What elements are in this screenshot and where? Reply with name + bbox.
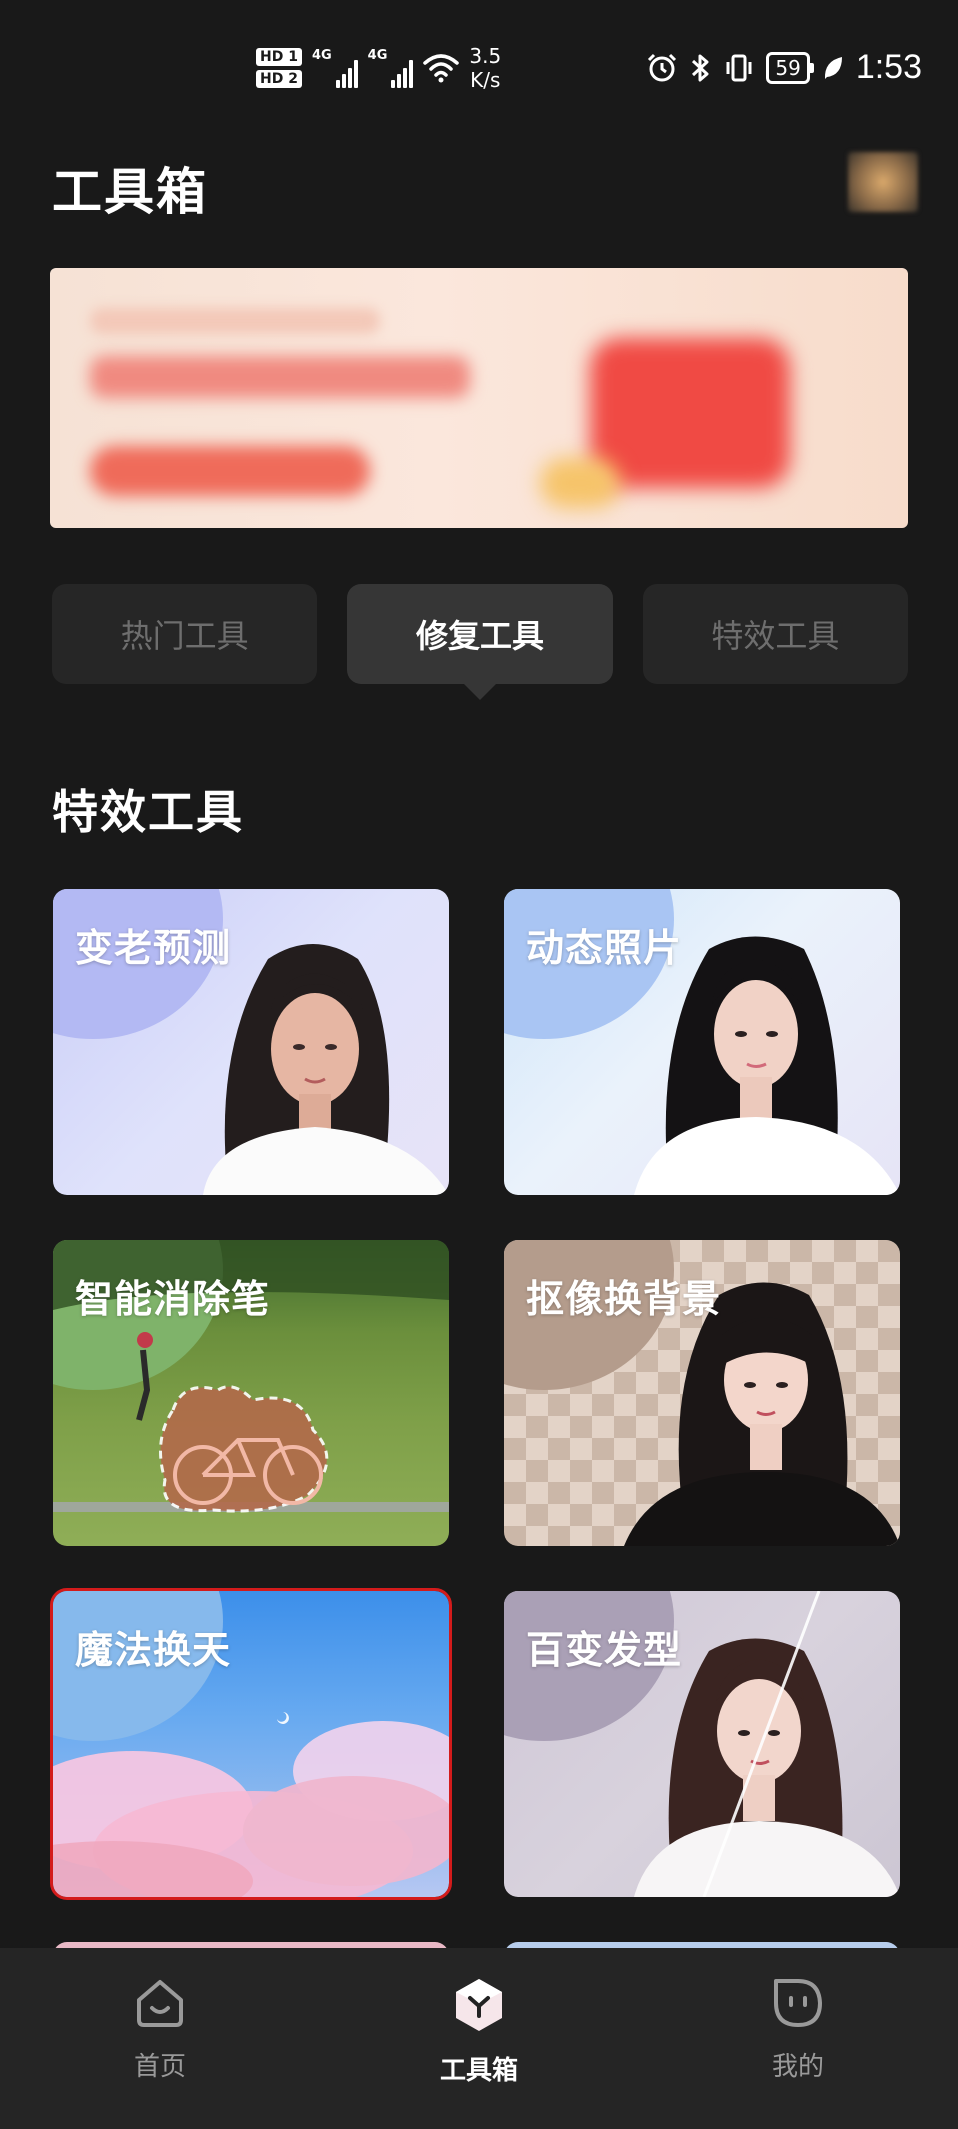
- nav-home[interactable]: 首页: [80, 1976, 240, 2083]
- signal-2-icon: 4G: [368, 48, 414, 88]
- tab-hot-tools[interactable]: 热门工具: [52, 584, 318, 684]
- profile-icon: [774, 1979, 822, 2027]
- tool-label: 百变发型: [526, 1628, 683, 1672]
- tool-card-live-photo[interactable]: 动态照片: [504, 889, 900, 1195]
- tool-label: 变老预测: [75, 926, 232, 970]
- clock: 1:53: [855, 48, 922, 86]
- sim2-badge: HD 2: [256, 70, 302, 88]
- tab-effect-tools[interactable]: 特效工具: [642, 584, 908, 684]
- promo-banner[interactable]: [50, 268, 908, 528]
- tool-card-magic-sky[interactable]: 魔法换天: [50, 1588, 452, 1900]
- tool-label: 动态照片: [526, 926, 683, 970]
- section-title: 特效工具: [52, 785, 244, 839]
- toolbox-icon: [456, 1979, 502, 2031]
- home-icon: [137, 1980, 183, 2027]
- signal-1-icon: 4G: [312, 48, 358, 88]
- sim1-badge: HD 1: [256, 48, 302, 66]
- nav-label: 首页: [133, 2052, 186, 2082]
- status-right: 59 1:53: [646, 48, 922, 87]
- tab-label: 特效工具: [711, 617, 840, 655]
- wifi-icon: [423, 54, 460, 83]
- tool-card-aging-prediction[interactable]: 变老预测: [53, 889, 449, 1195]
- status-left: HD 1 HD 2 4G 4G 3.5 K/s: [256, 44, 501, 92]
- nav-toolbox[interactable]: 工具箱: [399, 1976, 559, 2087]
- nav-label: 工具箱: [439, 2056, 518, 2086]
- tab-label: 修复工具: [415, 617, 544, 655]
- tool-label: 魔法换天: [75, 1628, 232, 1672]
- tool-category-tabs: 热门工具 修复工具 特效工具: [52, 584, 908, 684]
- bluetooth-icon: [692, 54, 709, 81]
- battery-icon: 59: [766, 51, 815, 84]
- status-bar: HD 1 HD 2 4G 4G 3.5 K/s 59 1:53: [0, 0, 958, 140]
- tool-card-cutout-background[interactable]: 抠像换背景: [504, 1240, 900, 1546]
- tool-card-smart-eraser[interactable]: 智能消除笔: [53, 1240, 449, 1546]
- page-title: 工具箱: [52, 163, 208, 221]
- tool-card-hairstyle[interactable]: 百变发型: [504, 1591, 900, 1897]
- bottom-nav: 首页 工具箱 我的: [0, 1948, 958, 2129]
- tab-label: 热门工具: [120, 617, 249, 655]
- tool-label: 抠像换背景: [526, 1277, 722, 1321]
- sim-indicators: HD 1 HD 2: [256, 48, 302, 88]
- tab-repair-tools[interactable]: 修复工具: [347, 584, 613, 684]
- vibrate-icon: [726, 54, 752, 81]
- nav-profile[interactable]: 我的: [718, 1976, 878, 2083]
- nav-label: 我的: [771, 2052, 824, 2082]
- alarm-icon: [648, 53, 677, 81]
- tool-label: 智能消除笔: [75, 1277, 271, 1321]
- network-speed: 3.5 K/s: [469, 44, 502, 92]
- avatar[interactable]: [848, 152, 918, 212]
- leaf-icon: [824, 56, 842, 79]
